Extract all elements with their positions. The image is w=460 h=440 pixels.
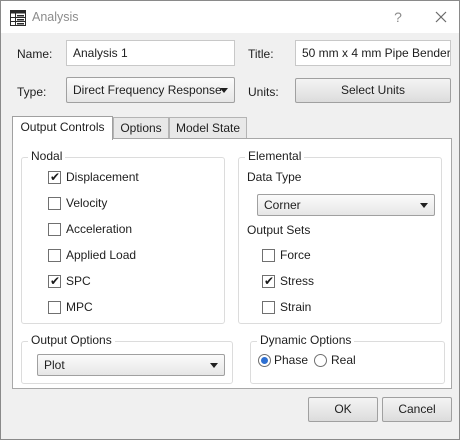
force-checkbox[interactable]: [262, 249, 275, 262]
type-dropdown[interactable]: Direct Frequency Response: [66, 77, 235, 103]
applied-load-checkbox[interactable]: [48, 249, 61, 262]
elemental-group-title: Elemental: [245, 149, 305, 163]
mpc-label: MPC: [66, 300, 93, 314]
tab-output-controls[interactable]: Output Controls: [12, 116, 113, 140]
spc-label: SPC: [66, 274, 91, 288]
real-label: Real: [331, 353, 356, 367]
strain-checkbox[interactable]: [262, 301, 275, 314]
type-label: Type:: [17, 85, 47, 99]
real-radio[interactable]: [314, 354, 327, 367]
phase-label: Phase: [274, 353, 309, 367]
close-button[interactable]: [428, 6, 454, 28]
force-label: Force: [280, 248, 311, 262]
acceleration-checkbox[interactable]: [48, 223, 61, 236]
table-grid-icon: [10, 10, 26, 26]
close-icon: [435, 11, 447, 23]
cancel-button[interactable]: Cancel: [382, 397, 452, 422]
select-units-button[interactable]: Select Units: [295, 78, 451, 103]
output-options-title: Output Options: [28, 333, 115, 347]
chevron-down-icon: [420, 203, 428, 208]
data-type-value: Corner: [264, 198, 301, 212]
output-sets-label: Output Sets: [247, 223, 311, 237]
displacement-checkbox[interactable]: ✔: [48, 170, 61, 184]
name-label: Name:: [17, 47, 53, 61]
output-options-dropdown[interactable]: Plot: [37, 354, 225, 376]
data-type-dropdown[interactable]: Corner: [257, 194, 435, 216]
applied-load-label: Applied Load: [66, 248, 137, 262]
stress-checkbox[interactable]: ✔: [262, 274, 275, 288]
phase-radio[interactable]: [258, 354, 271, 367]
spc-checkbox[interactable]: ✔: [48, 274, 61, 288]
nodal-group-title: Nodal: [28, 149, 66, 163]
check-icon: ✔: [264, 274, 275, 288]
title-field[interactable]: 50 mm x 4 mm Pipe Bender: [295, 40, 451, 66]
data-type-label: Data Type: [247, 170, 302, 184]
help-button[interactable]: ?: [387, 6, 409, 28]
ok-button[interactable]: OK: [308, 397, 378, 422]
output-options-value: Plot: [44, 358, 65, 372]
radio-selected-dot: [261, 357, 268, 364]
dynamic-options-title: Dynamic Options: [257, 333, 355, 347]
type-dropdown-value: Direct Frequency Response: [73, 83, 222, 97]
check-icon: ✔: [50, 170, 61, 184]
window-title: Analysis: [32, 10, 79, 24]
velocity-label: Velocity: [66, 196, 108, 210]
units-label: Units:: [248, 85, 279, 99]
velocity-checkbox[interactable]: [48, 197, 61, 210]
chevron-down-icon: [220, 88, 228, 93]
name-field[interactable]: Analysis 1: [66, 40, 235, 66]
tab-options[interactable]: Options: [113, 117, 169, 139]
tab-model-state[interactable]: Model State: [169, 117, 247, 139]
acceleration-label: Acceleration: [66, 222, 133, 236]
analysis-dialog: Analysis ? Name: Analysis 1 Title: 50 mm…: [0, 0, 460, 440]
displacement-label: Displacement: [66, 170, 139, 184]
output-controls-panel: Nodal ✔ Displacement Velocity Accelerati…: [12, 138, 452, 389]
mpc-checkbox[interactable]: [48, 301, 61, 314]
stress-label: Stress: [280, 274, 315, 288]
title-bar[interactable]: Analysis ?: [1, 1, 459, 33]
check-icon: ✔: [50, 274, 61, 288]
title-label: Title:: [248, 47, 274, 61]
chevron-down-icon: [210, 363, 218, 368]
strain-label: Strain: [280, 300, 312, 314]
